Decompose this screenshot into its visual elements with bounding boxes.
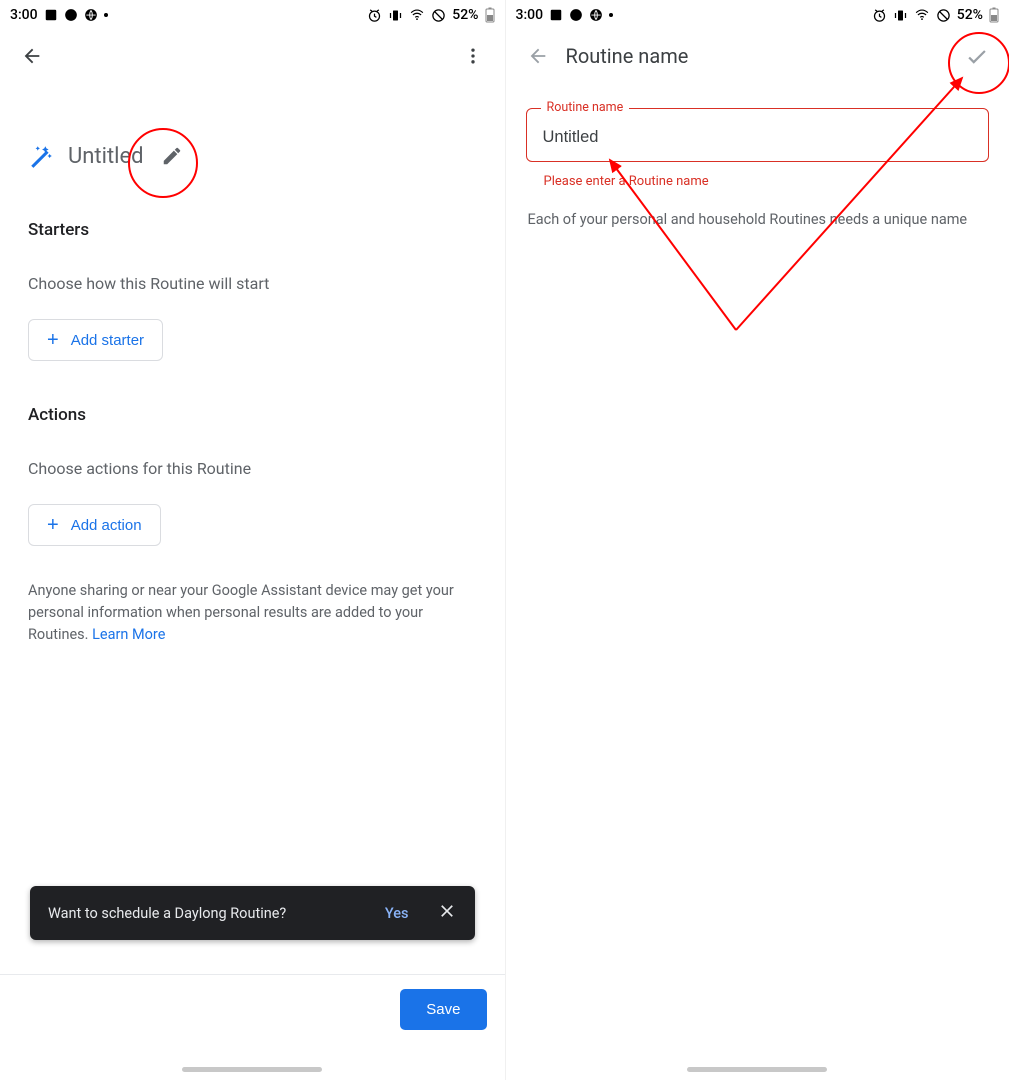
annotation-arrows [0,0,1009,1080]
